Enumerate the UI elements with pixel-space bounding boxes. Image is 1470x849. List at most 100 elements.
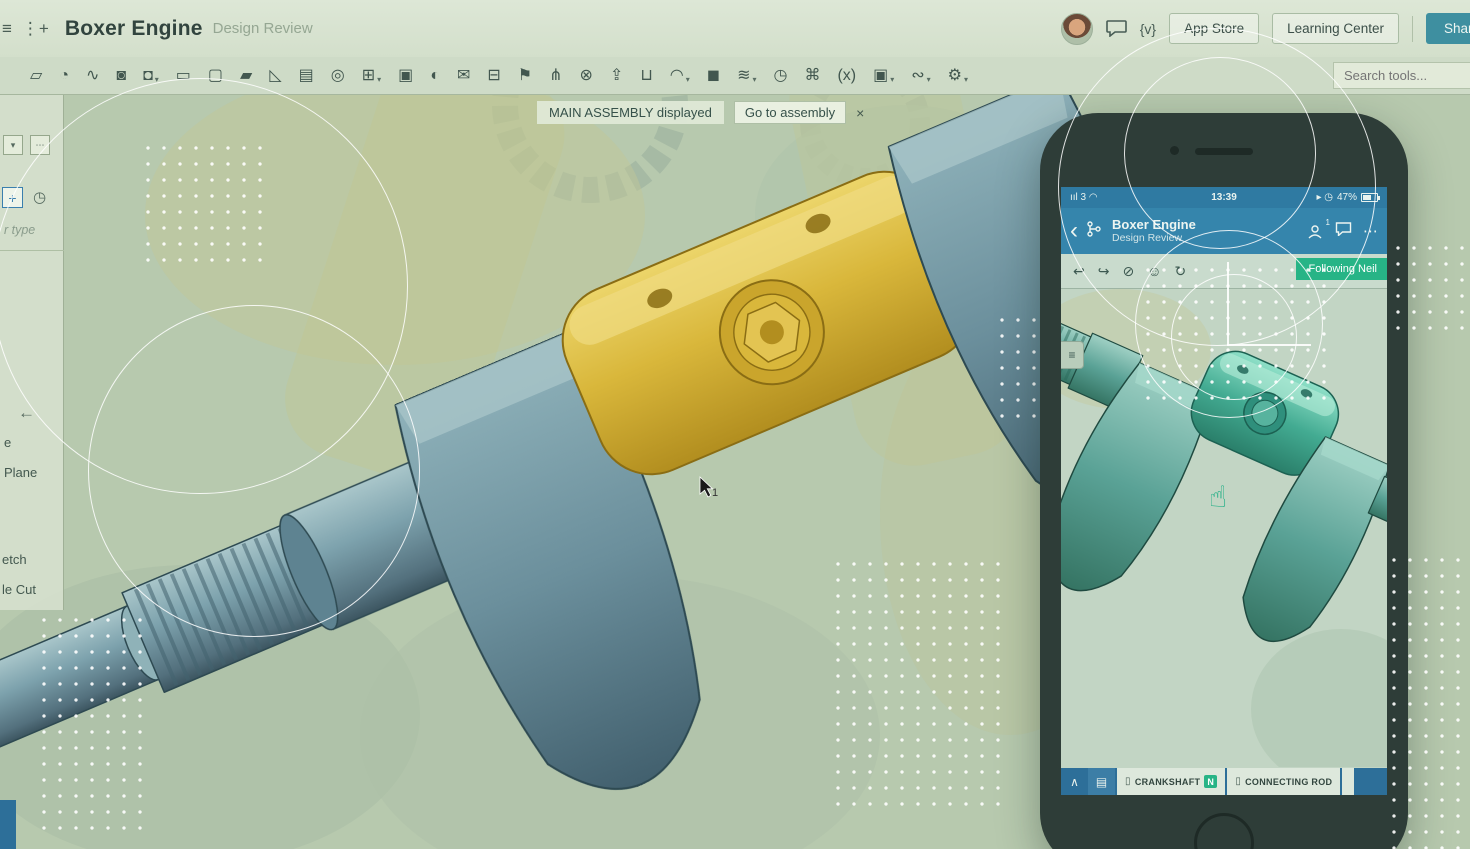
- chat-icon[interactable]: [1335, 222, 1352, 241]
- share-button[interactable]: Share: [1426, 13, 1470, 44]
- toolbar-icon-fold[interactable]: ◠ ▾: [668, 66, 692, 86]
- toolbar-icon-parallelogram[interactable]: ▰: [238, 66, 254, 86]
- toolbar-icon-settings[interactable]: ⚙ ▾: [946, 66, 970, 86]
- app-store-button[interactable]: App Store: [1169, 13, 1259, 44]
- toolbar-icon-panel[interactable]: ▤: [297, 66, 316, 86]
- battery-icon: [1361, 193, 1378, 202]
- collaborators-count: 1: [1326, 218, 1330, 227]
- toolbar-icon-wedge[interactable]: ◺: [267, 66, 283, 86]
- go-to-assembly-button[interactable]: Go to assembly: [734, 101, 846, 124]
- versions-icon[interactable]: {v}: [1140, 21, 1156, 37]
- toolbar-icon-documents[interactable]: ▣ ▾: [871, 66, 896, 86]
- toolbar-icon-rounded-rect[interactable]: ▢: [206, 66, 225, 86]
- menu-icon[interactable]: ≡: [2, 19, 12, 39]
- svg-text:1: 1: [712, 487, 718, 499]
- chevron-down-icon: ▾: [890, 75, 894, 84]
- mobile-tools: ↩ ↪ ⊘ ☺ ↻: [1073, 263, 1186, 280]
- mobile-tool[interactable]: ⊘: [1122, 263, 1134, 280]
- chevron-down-icon: ▾: [155, 75, 159, 84]
- document-title: Boxer Engine: [65, 17, 203, 41]
- toolbar-icon-frame[interactable]: ⌘: [802, 66, 822, 86]
- history-icon[interactable]: ◷: [33, 188, 46, 206]
- clock-time: 13:39: [1061, 192, 1387, 203]
- toolbar-icons: ▱ ◔ ∿ ◙ ◘ ▾ ▭ ▢ ▰: [28, 66, 970, 86]
- mobile-tool[interactable]: ↩: [1073, 263, 1085, 280]
- home-button[interactable]: [1194, 813, 1254, 849]
- tree-collapse-button[interactable]: ▾: [3, 135, 23, 155]
- branch-icon[interactable]: [1086, 221, 1102, 242]
- more-icon[interactable]: ⋯: [1363, 222, 1378, 240]
- toolbar-icon-target[interactable]: ◎: [329, 66, 347, 86]
- toolbar-icon-branch[interactable]: ⋔: [547, 66, 564, 86]
- collaborators-icon[interactable]: 1: [1307, 224, 1324, 239]
- expand-dock-button[interactable]: ∧: [1061, 768, 1088, 795]
- mobile-tabs: ▯ CRANKSHAFT N ▯ CONNECTING ROD: [1115, 768, 1340, 795]
- toolbar-icon-clock[interactable]: ◷: [771, 66, 789, 86]
- toolbar-icon-rectangle[interactable]: ▭: [174, 66, 193, 86]
- search-tools-input[interactable]: [1333, 62, 1470, 89]
- mobile-tab[interactable]: ▯ CONNECTING ROD: [1227, 768, 1340, 795]
- toolbar-icon-stamp[interactable]: ◘ ▾: [141, 66, 161, 86]
- mobile-tab-partial[interactable]: [1342, 768, 1354, 795]
- chevron-down-icon: ▾: [964, 75, 968, 84]
- toolbar-icon-layers[interactable]: ≋ ▾: [735, 66, 758, 86]
- tree-item-plane[interactable]: Plane: [4, 465, 37, 480]
- search-tools: [1333, 62, 1470, 89]
- toolbar-icon-boss[interactable]: ◙: [114, 66, 128, 86]
- toolbar-icon-section[interactable]: ∾ ▾: [909, 66, 932, 86]
- tree-item-hole-cut[interactable]: le Cut: [2, 582, 36, 597]
- phone-mockup: ııl 3 ◠ 13:39 ▸ ◷ 47% ‹ Boxer Engine Des…: [1040, 113, 1408, 849]
- toolbar-icon-remove[interactable]: ⊗: [578, 66, 595, 86]
- toolbar-icon-package[interactable]: ⊟: [485, 66, 502, 86]
- back-arrow-icon[interactable]: ←: [18, 403, 35, 423]
- feature-toolbar: ▱ ◔ ∿ ◙ ◘ ▾ ▭ ▢ ▰: [0, 57, 1470, 95]
- chat-icon[interactable]: [1106, 20, 1127, 37]
- chevron-down-icon: ▾: [927, 75, 931, 84]
- toolbar-icon-sheet[interactable]: ▱: [28, 66, 44, 86]
- following-badge[interactable]: Following Neil: [1296, 258, 1387, 280]
- toolbar-icon-flag[interactable]: ⚑: [516, 66, 534, 86]
- toolbar-icon-rebuild[interactable]: ◔: [57, 66, 71, 86]
- notification-message: MAIN ASSEMBLY displayed: [537, 101, 724, 124]
- corner-accent: [0, 800, 16, 849]
- user-avatar[interactable]: [1061, 13, 1093, 45]
- add-feature-button[interactable]: +: [2, 187, 23, 208]
- onshape-app: 1 ≡ ⋮+ Boxer Engine Design Review {v} Ap…: [0, 0, 1470, 849]
- mobile-tool[interactable]: ↻: [1175, 263, 1187, 280]
- mobile-doc-subtitle: Design Review: [1112, 232, 1196, 244]
- toolbar-icon-tray[interactable]: ⊔: [638, 66, 654, 86]
- mobile-tab[interactable]: ▯ CRANKSHAFT N: [1117, 768, 1225, 795]
- toolbar-icon-envelope[interactable]: ✉: [455, 66, 472, 86]
- toolbar-icon-spline[interactable]: ∿: [84, 66, 101, 86]
- phone-speaker: [1195, 148, 1253, 155]
- toolbar-icon-mirror[interactable]: ◐: [428, 66, 442, 86]
- insert-icon[interactable]: ⋮+: [22, 19, 49, 39]
- mobile-3d-viewport[interactable]: ☝ ≡: [1061, 289, 1387, 768]
- tree-item-sketch[interactable]: etch: [2, 552, 27, 567]
- toolbar-icon-upload[interactable]: ⇪: [608, 66, 625, 86]
- toolbar-icon-copies[interactable]: ▣: [396, 66, 415, 86]
- mouse-cursor: 1: [700, 477, 718, 499]
- toolbar-icon-solid[interactable]: ◼: [705, 66, 722, 86]
- toolbar-icon-variable[interactable]: (x): [835, 66, 858, 86]
- tree-item[interactable]: e: [4, 435, 11, 450]
- phone-camera: [1170, 146, 1179, 155]
- more-options-button[interactable]: ⋯: [30, 135, 50, 155]
- follow-pointer-icon: ☝: [1209, 481, 1227, 514]
- filter-input-fragment[interactable]: r type: [4, 223, 35, 237]
- divider: [0, 250, 64, 251]
- back-icon[interactable]: ‹: [1070, 219, 1078, 243]
- topbar: ≡ ⋮+ Boxer Engine Design Review {v} App …: [0, 0, 1470, 57]
- close-icon[interactable]: ×: [856, 105, 864, 121]
- mobile-tool[interactable]: ☺: [1147, 263, 1161, 280]
- toolbar-icon-pattern[interactable]: ⊞ ▾: [360, 66, 383, 86]
- documents-button[interactable]: ▤: [1088, 768, 1115, 795]
- feature-tree-panel: ▾ ⋯ + ◷ r type ← e Plane etch le Cut: [0, 95, 64, 610]
- phone-screen: ııl 3 ◠ 13:39 ▸ ◷ 47% ‹ Boxer Engine Des…: [1061, 187, 1387, 795]
- mobile-doc-title: Boxer Engine: [1112, 218, 1196, 233]
- chevron-down-icon: ▾: [752, 75, 756, 84]
- mobile-tool[interactable]: ↪: [1098, 263, 1110, 280]
- learning-center-button[interactable]: Learning Center: [1272, 13, 1399, 44]
- view-tools-chip[interactable]: ≡: [1061, 341, 1084, 369]
- mobile-status-bar: ııl 3 ◠ 13:39 ▸ ◷ 47%: [1061, 187, 1387, 208]
